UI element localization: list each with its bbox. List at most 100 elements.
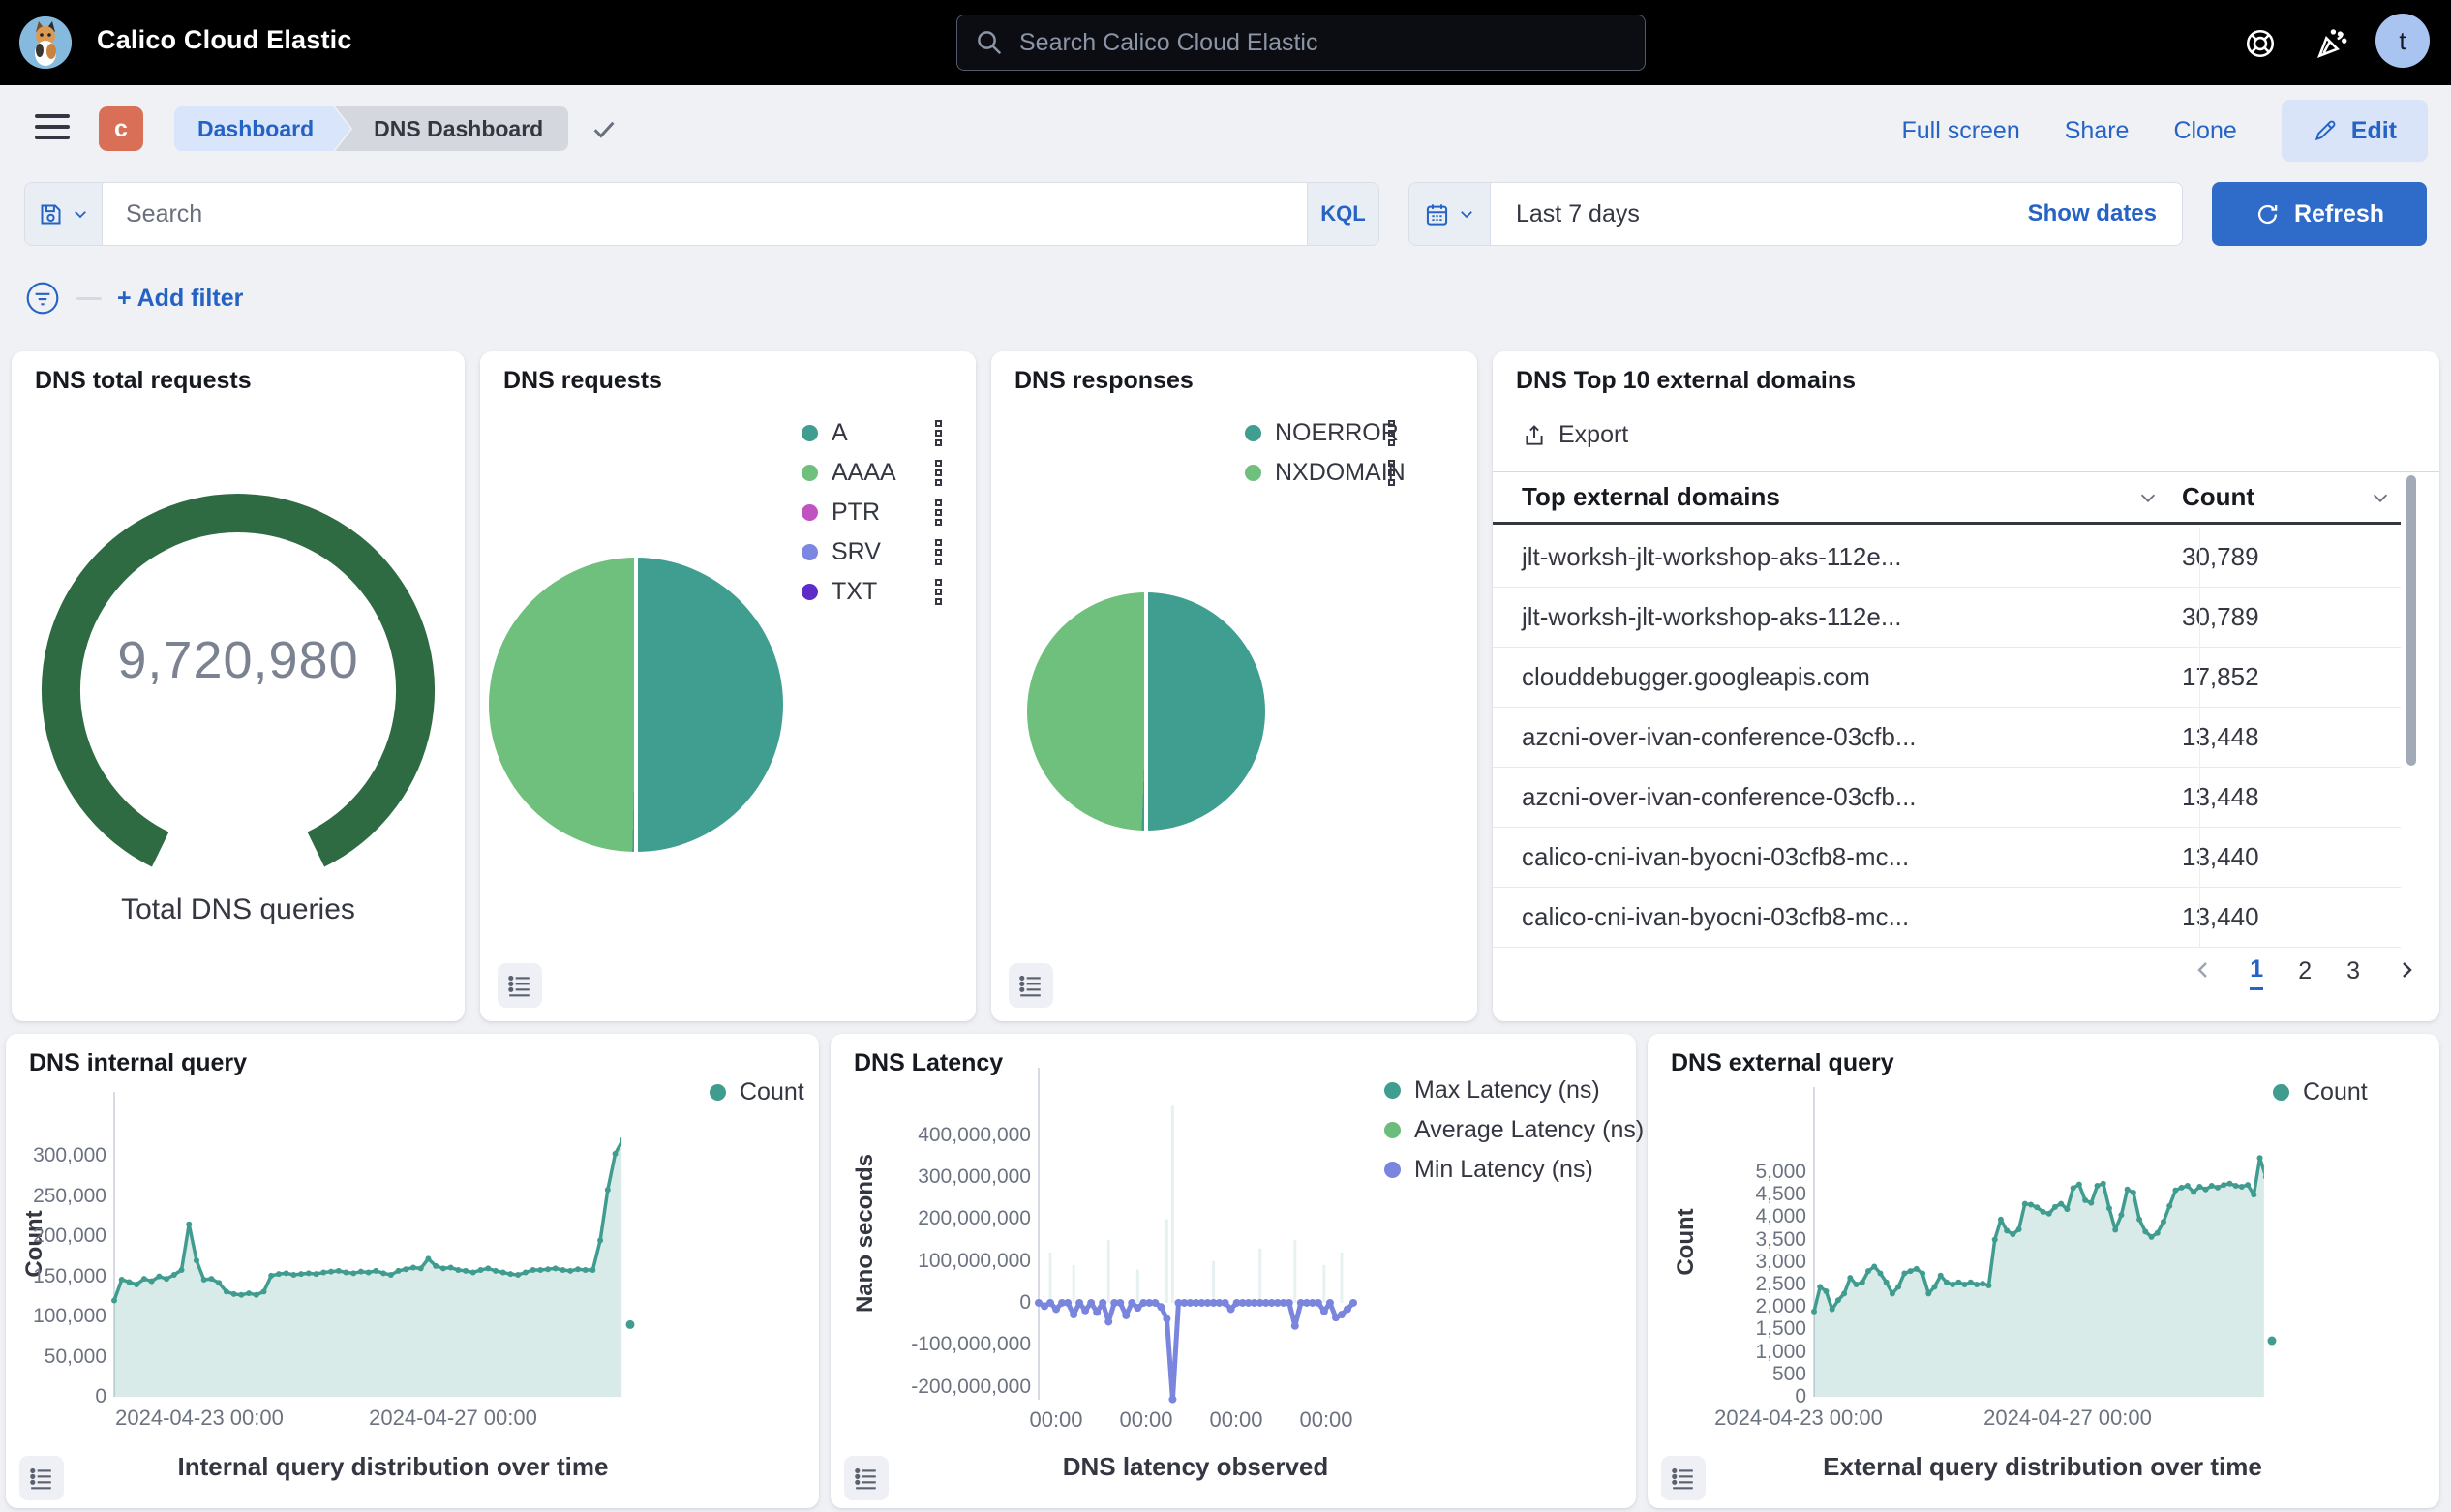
domains-table-body: jlt-worksh-jlt-workshop-aks-112e...30,78… bbox=[1493, 528, 2401, 948]
legend-color-dot bbox=[802, 544, 818, 560]
table-row[interactable]: jlt-worksh-jlt-workshop-aks-112e...30,78… bbox=[1493, 528, 2401, 588]
legend-color-dot bbox=[802, 584, 818, 600]
panel-dns-responses: DNS responses NOERROR NXDOMAIN bbox=[991, 351, 1477, 1021]
share-button[interactable]: Share bbox=[2065, 117, 2130, 145]
table-row[interactable]: azcni-over-ivan-conference-03cfb...13,44… bbox=[1493, 708, 2401, 768]
legend-item-average-latency-ns-[interactable]: Average Latency (ns) bbox=[1384, 1116, 1644, 1144]
table-row[interactable]: jlt-worksh-jlt-workshop-aks-112e...30,78… bbox=[1493, 588, 2401, 648]
dashboard-screen: Calico Cloud Elastic t c Dashboard DNS D… bbox=[0, 0, 2451, 1512]
previous-page-icon[interactable] bbox=[2192, 958, 2215, 988]
legend-color-dot bbox=[1384, 1122, 1401, 1138]
full-screen-button[interactable]: Full screen bbox=[1901, 117, 2019, 145]
table-row[interactable]: calico-cni-ivan-byocni-03cfb8-mc...13,44… bbox=[1493, 888, 2401, 948]
legend-item-a[interactable]: A bbox=[802, 419, 848, 447]
column-header-domains[interactable]: Top external domains bbox=[1493, 482, 2182, 512]
internal-query-chart[interactable] bbox=[6, 1034, 819, 1508]
clone-button[interactable]: Clone bbox=[2173, 117, 2236, 145]
chevron-down-icon bbox=[72, 205, 89, 223]
page-button-2[interactable]: 2 bbox=[2298, 957, 2312, 989]
saved-check-icon bbox=[590, 114, 619, 143]
table-row[interactable]: clouddebugger.googleapis.com17,852 bbox=[1493, 648, 2401, 708]
refresh-button[interactable]: Refresh bbox=[2212, 182, 2427, 246]
legend-color-dot bbox=[802, 425, 818, 441]
legend-item-txt[interactable]: TXT bbox=[802, 578, 877, 606]
legend-color-dot bbox=[802, 504, 818, 521]
dns-latency-chart[interactable] bbox=[831, 1034, 1636, 1508]
legend-item-noerror[interactable]: NOERROR bbox=[1245, 419, 1399, 447]
next-page-icon[interactable] bbox=[2395, 958, 2418, 988]
save-icon bbox=[38, 201, 64, 227]
global-search[interactable] bbox=[956, 15, 1646, 71]
show-dates-button[interactable]: Show dates bbox=[2028, 200, 2182, 227]
count-cell: 13,440 bbox=[2182, 842, 2401, 872]
kql-switch[interactable]: KQL bbox=[1307, 183, 1378, 245]
page-button-1[interactable]: 1 bbox=[2250, 955, 2263, 990]
nav-row: c Dashboard DNS Dashboard Full screen Sh… bbox=[0, 85, 2451, 174]
panel-dns-internal-query: DNS internal query Count Internal query … bbox=[6, 1034, 819, 1508]
count-cell: 13,448 bbox=[2182, 782, 2401, 812]
time-range-value[interactable]: Last 7 days bbox=[1491, 200, 2028, 228]
legend-color-dot bbox=[2273, 1084, 2289, 1101]
domain-cell: calico-cni-ivan-byocni-03cfb8-mc... bbox=[1493, 842, 2182, 872]
table-scrollbar[interactable] bbox=[2406, 475, 2416, 766]
export-button[interactable]: Export bbox=[1522, 421, 1628, 449]
saved-query-menu[interactable] bbox=[25, 183, 103, 245]
table-row[interactable]: azcni-over-ivan-conference-03cfb...13,44… bbox=[1493, 768, 2401, 828]
legend-item-aaaa[interactable]: AAAA bbox=[802, 459, 896, 487]
legend-item-actions-icon[interactable] bbox=[1388, 420, 1395, 446]
legend-color-dot bbox=[1245, 425, 1261, 441]
legend-item-srv[interactable]: SRV bbox=[802, 538, 881, 566]
calendar-menu[interactable] bbox=[1409, 183, 1491, 245]
count-cell: 13,448 bbox=[2182, 722, 2401, 752]
breadcrumb-current[interactable]: DNS Dashboard bbox=[335, 106, 568, 151]
calendar-icon bbox=[1424, 201, 1450, 227]
add-filter-button[interactable]: + Add filter bbox=[117, 285, 243, 313]
pie-slice-divider bbox=[634, 558, 638, 852]
pencil-icon bbox=[2313, 118, 2338, 143]
breadcrumb-dashboard[interactable]: Dashboard bbox=[174, 106, 350, 151]
legend-item-actions-icon[interactable] bbox=[1388, 460, 1395, 486]
user-avatar[interactable]: t bbox=[2375, 14, 2430, 68]
breadcrumb: Dashboard DNS Dashboard bbox=[174, 106, 619, 151]
kql-search-input[interactable] bbox=[103, 200, 1307, 228]
legend-item-actions-icon[interactable] bbox=[935, 499, 942, 526]
count-cell: 30,789 bbox=[2182, 602, 2401, 632]
global-search-input[interactable] bbox=[1017, 28, 1627, 58]
legend-item-ptr[interactable]: PTR bbox=[802, 499, 880, 527]
space-badge[interactable]: c bbox=[99, 106, 143, 151]
count-cell: 17,852 bbox=[2182, 662, 2401, 692]
legend-item-nxdomain[interactable]: NXDOMAIN bbox=[1245, 459, 1406, 487]
legend-item-actions-icon[interactable] bbox=[935, 460, 942, 486]
legend-item-count[interactable]: Count bbox=[2273, 1078, 2368, 1106]
filter-icon[interactable] bbox=[24, 280, 61, 317]
table-row[interactable]: calico-cni-ivan-byocni-03cfb8-mc...13,44… bbox=[1493, 828, 2401, 888]
legend-item-actions-icon[interactable] bbox=[935, 539, 942, 565]
legend-item-actions-icon[interactable] bbox=[935, 420, 942, 446]
dashboard-actions: Full screen Share Clone Edit bbox=[1901, 99, 2428, 163]
column-header-count[interactable]: Count bbox=[2182, 482, 2401, 512]
gauge-value: 9,720,980 bbox=[12, 630, 465, 690]
panel-title: DNS responses bbox=[1014, 367, 1194, 395]
panel-dns-latency: DNS Latency Nano seconds DNS latency obs… bbox=[831, 1034, 1636, 1508]
legend-toggle-button[interactable] bbox=[1009, 963, 1053, 1008]
legend-item-actions-icon[interactable] bbox=[935, 579, 942, 605]
table-pagination: 1 2 3 bbox=[2192, 952, 2418, 994]
page-button-3[interactable]: 3 bbox=[2346, 957, 2360, 989]
legend-color-dot bbox=[710, 1084, 726, 1101]
edit-button[interactable]: Edit bbox=[2282, 100, 2428, 162]
whats-new-popper-icon[interactable] bbox=[2315, 27, 2348, 60]
chevron-down-icon bbox=[2137, 487, 2159, 508]
legend-toggle-button[interactable] bbox=[498, 963, 542, 1008]
pie-slice-divider bbox=[1144, 592, 1148, 831]
legend-item-count[interactable]: Count bbox=[710, 1078, 804, 1106]
calico-logo-icon[interactable] bbox=[19, 16, 72, 69]
panel-title: DNS requests bbox=[503, 367, 662, 395]
menu-hamburger-icon[interactable] bbox=[35, 114, 70, 139]
legend-item-max-latency-ns-[interactable]: Max Latency (ns) bbox=[1384, 1076, 1600, 1104]
column-divider bbox=[2199, 528, 2200, 948]
panel-title: DNS total requests bbox=[35, 367, 252, 395]
panel-title: DNS Top 10 external domains bbox=[1516, 367, 1856, 395]
help-lifering-icon[interactable] bbox=[2244, 27, 2277, 60]
search-icon bbox=[975, 28, 1004, 57]
legend-item-min-latency-ns-[interactable]: Min Latency (ns) bbox=[1384, 1156, 1593, 1184]
